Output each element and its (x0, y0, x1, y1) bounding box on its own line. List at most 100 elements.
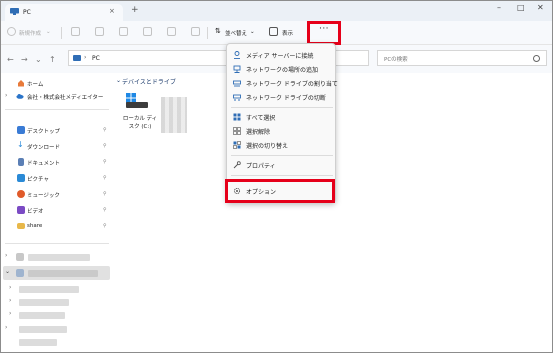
tab-title: PC (23, 9, 31, 16)
sidebar-item-label: デスクトップ (27, 129, 61, 135)
blurred-item[interactable] (19, 326, 67, 333)
blurred-item[interactable] (19, 286, 79, 293)
select-none-icon (233, 127, 241, 135)
menu-item-select-all[interactable]: すべて選択 (227, 111, 337, 123)
chevron-right-icon[interactable]: › (9, 297, 11, 304)
pin-icon[interactable]: ⚲ (103, 207, 107, 213)
chevron-down-icon[interactable]: ⌄ (5, 268, 10, 275)
music-icon (17, 190, 25, 198)
sidebar-item-videos[interactable]: ビデオ ⚲ (1, 204, 112, 216)
recent-chevron-icon[interactable]: ⌄ (35, 55, 42, 64)
pin-icon[interactable]: ⚲ (103, 127, 107, 133)
menu-item-disconnect-network-drive[interactable]: ネットワーク ドライブの切断 (227, 91, 337, 103)
cloud-icon (16, 94, 24, 99)
pin-icon[interactable]: ⚲ (103, 159, 107, 165)
invert-selection-icon (233, 141, 241, 149)
menu-item-add-network-location[interactable]: ネットワークの場所の追加 (227, 63, 337, 75)
sidebar-item-home[interactable]: ホーム (1, 77, 112, 89)
menu-divider (231, 155, 333, 156)
toolbar-divider (61, 27, 62, 39)
blurred-icon (16, 253, 24, 261)
pin-icon[interactable]: ⚲ (103, 175, 107, 181)
pin-icon[interactable]: ⚲ (103, 191, 107, 197)
menu-item-properties[interactable]: プロパティ (227, 159, 337, 171)
menu-item-label: ネットワーク ドライブの切断 (246, 95, 326, 102)
menu-item-select-none[interactable]: 選択解除 (227, 125, 337, 137)
menu-item-label: ネットワーク ドライブの割り当て (246, 81, 338, 88)
share-icon[interactable] (167, 27, 176, 36)
blurred-item[interactable] (19, 299, 69, 306)
view-button[interactable]: 表示 (282, 29, 293, 37)
chevron-right-icon[interactable]: › (9, 310, 11, 317)
menu-item-label: プロパティ (246, 163, 276, 170)
menu-divider (231, 107, 333, 108)
tab-close-icon[interactable]: × (109, 7, 115, 15)
new-button[interactable]: 新規作成 (19, 29, 41, 37)
map-drive-icon (233, 80, 241, 87)
back-arrow-icon[interactable]: ← (7, 55, 14, 64)
hard-drive-icon (126, 102, 148, 108)
blurred-drive[interactable] (161, 97, 187, 133)
highlight-more-button (307, 21, 341, 45)
menu-item-map-network-drive[interactable]: ネットワーク ドライブの割り当て (227, 77, 338, 89)
home-icon (18, 80, 24, 87)
chevron-right-icon[interactable]: › (9, 284, 11, 291)
chevron-right-icon[interactable]: › (5, 324, 7, 331)
videos-icon (17, 206, 25, 214)
tab-pc[interactable]: PC × (5, 4, 123, 21)
new-tab-button[interactable]: + (131, 5, 139, 15)
menu-item-label: 選択の切り替え (246, 143, 289, 150)
sidebar-item-label: 会社・株式会社メディエイター (27, 95, 104, 101)
pc-icon (73, 55, 81, 61)
command-bar: 新規作成 ⌄ ⇅ 並べ替え ⌄ 表示 (1, 21, 552, 45)
sidebar-item-cloud[interactable]: › 会社・株式会社メディエイター (1, 90, 112, 102)
sidebar-item-pictures[interactable]: ピクチャ ⚲ (1, 172, 112, 184)
sidebar-item-desktop[interactable]: デスクトップ ⚲ (1, 124, 112, 136)
search-input[interactable]: PCの検索 (384, 55, 408, 63)
address-path: PC (92, 55, 100, 62)
properties-icon (233, 161, 241, 169)
section-chevron-icon[interactable]: ⌄ (116, 77, 121, 84)
sort-chevron-icon: ⌄ (250, 29, 255, 35)
rename-icon[interactable] (143, 27, 152, 36)
select-all-icon (233, 113, 241, 121)
sidebar-item-downloads[interactable]: ↓ ダウンロード ⚲ (1, 140, 112, 152)
copy-icon[interactable] (95, 27, 104, 36)
section-title-devices: デバイスとドライブ (122, 79, 176, 86)
sidebar-item-documents[interactable]: ドキュメント ⚲ (1, 156, 112, 168)
forward-arrow-icon[interactable]: → (21, 55, 28, 64)
minimize-button[interactable]: – (497, 3, 501, 12)
cut-icon[interactable] (71, 27, 80, 36)
title-bar: PC × + – □ ✕ (1, 1, 552, 21)
blurred-item[interactable] (28, 270, 98, 277)
delete-icon[interactable] (191, 27, 200, 36)
blurred-item[interactable] (19, 312, 65, 319)
network-location-icon (233, 65, 241, 73)
chevron-right-icon[interactable]: › (5, 252, 7, 259)
close-window-button[interactable]: ✕ (537, 3, 544, 12)
up-arrow-icon[interactable]: ↑ (49, 55, 56, 64)
pin-icon[interactable]: ⚲ (103, 223, 107, 229)
sidebar-item-share[interactable]: share ⚲ (1, 220, 112, 232)
sort-button[interactable]: 並べ替え (225, 29, 247, 37)
highlight-options-item (225, 179, 335, 203)
sidebar-item-label: ダウンロード (27, 145, 61, 151)
paste-icon[interactable] (119, 27, 128, 36)
blurred-item[interactable] (19, 339, 57, 346)
search-box[interactable]: PCの検索 (377, 50, 547, 66)
chevron-right-icon[interactable]: › (5, 92, 7, 99)
menu-item-label: 選択解除 (246, 129, 271, 136)
blurred-icon (16, 269, 24, 277)
menu-item-invert-selection[interactable]: 選択の切り替え (227, 139, 337, 151)
new-icon (7, 27, 16, 36)
disconnect-drive-icon (233, 94, 241, 101)
blurred-item[interactable] (28, 254, 90, 261)
sidebar-item-music[interactable]: ミュージック ⚲ (1, 188, 112, 200)
drive-label: ローカル ディスク (C:) (122, 116, 158, 130)
maximize-button[interactable]: □ (517, 3, 525, 12)
pin-icon[interactable]: ⚲ (103, 143, 107, 149)
chevron-right-icon[interactable]: › (84, 54, 86, 61)
search-icon (533, 55, 540, 62)
toolbar-divider (207, 27, 208, 39)
menu-item-connect-media-server[interactable]: メディア サーバーに接続 (227, 49, 337, 61)
